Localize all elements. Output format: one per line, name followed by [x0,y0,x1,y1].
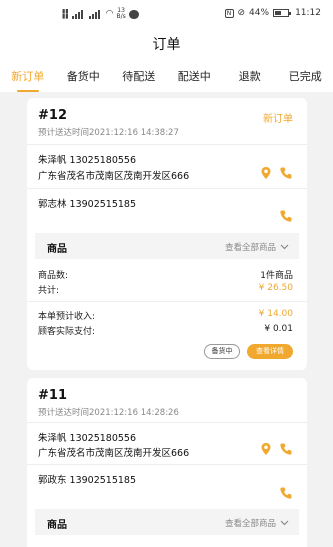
sim-icon: ▮▮ ▮▮ [62,8,69,20]
rider-contact: 郭志林 13902515185 [38,199,137,210]
tab-completed[interactable]: 已完成 [278,62,333,92]
divider [27,422,307,423]
location-pin-icon[interactable] [259,442,273,456]
divider [27,464,307,465]
signal-icon [71,9,86,19]
status-bar: ▮▮ ▮▮ ◠ 13 B/s N ⊘ 44% 11:12 [0,0,333,28]
item-count-value: 1件商品 [260,271,293,281]
nfc-icon: N [224,8,234,18]
delivery-deadline: 预计送达时间2021:12:16 14:38:27 [38,128,179,138]
paid-value: ¥ 0.01 [264,324,293,334]
tab-awaiting-delivery[interactable]: 待配送 [111,62,167,92]
battery-icon [273,9,292,17]
goods-section: 商品 查看全部商品 [35,233,299,259]
tab-refund[interactable]: 退款 [222,62,278,92]
income-value: ¥ 14.00 [258,309,293,319]
view-all-goods-button[interactable]: 查看全部商品 [225,517,289,529]
view-details-button[interactable]: 查看详情 [247,344,293,359]
order-number: #11 [38,388,67,403]
status-badge: 新订单 [263,114,293,125]
goods-title: 商品 [47,244,67,255]
item-count-label: 商品数: [38,271,69,281]
customer-address: 广东省茂名市茂南区茂南开发区666 [38,448,190,459]
delivery-deadline: 预计送达时间2021:12:16 14:28:26 [38,408,179,418]
status-bar-left: ▮▮ ▮▮ ◠ 13 B/s [62,8,139,20]
preparing-button[interactable]: 备货中 [204,344,240,359]
phone-icon[interactable] [279,442,293,456]
customer-address: 广东省茂名市茂南区茂南开发区666 [38,171,190,182]
view-all-goods-label: 查看全部商品 [224,243,276,253]
status-bar-right: N ⊘ 44% 11:12 [224,8,321,18]
page-title: 订单 [0,28,333,62]
divider [27,301,307,302]
total-value: ¥ 26.50 [258,283,293,293]
tab-delivering[interactable]: 配送中 [167,62,223,92]
view-all-goods-label: 查看全部商品 [224,519,276,529]
message-icon [128,9,139,19]
customer-contact: 朱泽帆 13025180556 [38,155,137,166]
goods-title: 商品 [47,520,67,531]
paid-label: 顾客实际支付: [38,327,96,337]
divider [27,144,307,145]
phone-icon[interactable] [279,209,293,223]
order-card[interactable]: #11 预计送达时间2021:12:16 14:28:26 朱泽帆 130251… [27,378,307,547]
customer-contact: 朱泽帆 13025180556 [38,433,137,444]
battery-percent: 44% [249,8,270,18]
mute-icon: ⊘ [237,8,246,18]
goods-section: 商品 查看全部商品 [35,509,299,535]
phone-icon[interactable] [279,486,293,500]
rider-contact: 郭政东 13902515185 [38,475,137,486]
net-speed: 13 B/s [116,7,126,20]
chevron-down-icon [280,520,289,526]
chevron-down-icon [280,244,289,250]
order-card[interactable]: #12 新订单 预计送达时间2021:12:16 14:38:27 朱泽帆 13… [27,98,307,370]
wifi-icon: ◠ [105,9,114,19]
order-number: #12 [38,108,67,123]
divider [27,188,307,189]
tab-new-orders[interactable]: 新订单 [0,62,56,92]
location-pin-icon[interactable] [259,166,273,180]
total-label: 共计: [38,286,60,296]
order-tabs: 新订单 备货中 待配送 配送中 退款 已完成 [0,62,333,92]
income-label: 本单预计收入: [38,312,96,322]
clock: 11:12 [295,8,321,18]
phone-icon[interactable] [279,166,293,180]
signal-icon-2 [88,9,103,19]
view-all-goods-button[interactable]: 查看全部商品 [225,241,289,253]
tab-preparing[interactable]: 备货中 [56,62,112,92]
